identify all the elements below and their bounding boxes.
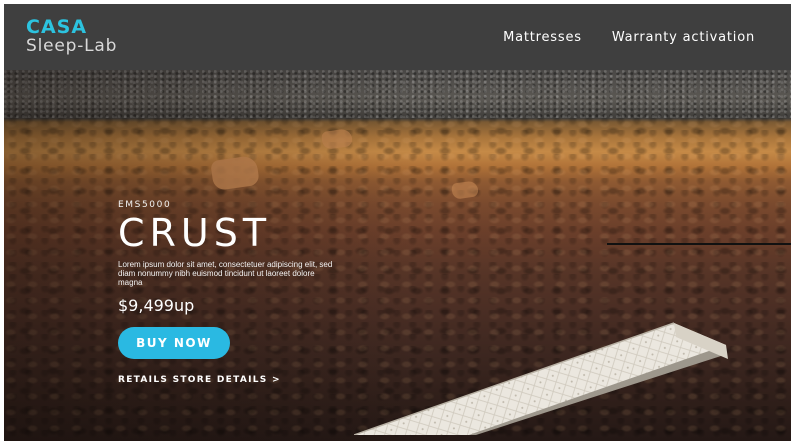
product-price: $9,499up [118,295,195,315]
product-description: Lorem ipsum dolor sit amet, consectetuer… [118,259,333,287]
brand-logo[interactable]: CASA Sleep-Lab [26,18,117,55]
buy-now-button[interactable]: BUY NOW [118,326,230,359]
product-model: EMS5000 [118,200,172,210]
nav-warranty-activation[interactable]: Warranty activation [612,30,755,45]
frame-edge [0,0,4,441]
retail-store-details-link[interactable]: RETAILS STORE DETAILS > [118,375,358,385]
accent-line [607,243,791,245]
site-header: CASA Sleep-Lab Mattresses Warranty activ… [4,4,791,70]
logo-casa: CASA [26,16,88,38]
hero-banner: EMS5000 CRUST Lorem ipsum dolor sit amet… [4,70,791,441]
nav-mattresses[interactable]: Mattresses [503,30,582,45]
main-nav: Mattresses Warranty activation [503,30,755,45]
logo-sleep-lab: Sleep-Lab [26,36,118,56]
product-title: CRUST [118,211,272,255]
mattress-image [354,322,728,435]
page: CASA Sleep-Lab Mattresses Warranty activ… [0,0,791,441]
hero-content: EMS5000 CRUST Lorem ipsum dolor sit amet… [118,200,358,385]
